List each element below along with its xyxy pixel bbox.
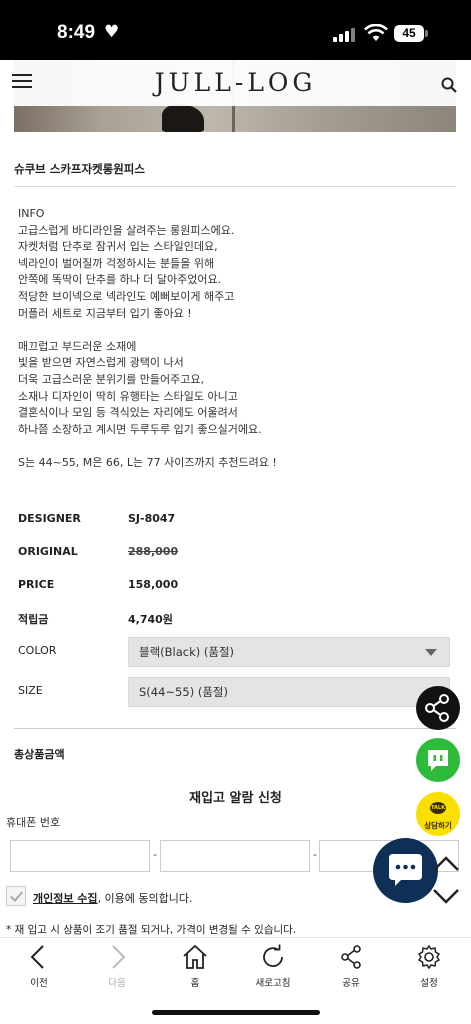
restock-notice: * 재 입고 시 상품이 조기 품절 되거나, 가격이 변경될 수 있습니다.: [6, 924, 297, 936]
chat-icon: [428, 750, 448, 771]
chevron-left-icon: [30, 945, 44, 969]
home-icon: [183, 944, 207, 969]
nav-settings-label: 설정: [420, 978, 438, 989]
size-select[interactable]: S(44~55) (품절): [128, 677, 450, 707]
product-title: 슈쿠브 스카프자켓롱원피스: [14, 162, 145, 176]
spec-value: 4,740원: [128, 613, 173, 626]
battery-icon: 45: [394, 25, 424, 42]
phone-input-2[interactable]: [160, 840, 310, 872]
color-select-value: 블랙(Black) (품절): [139, 645, 235, 659]
divider: [14, 728, 456, 729]
nav-home[interactable]: 홈: [156, 944, 234, 994]
status-bar: 8:49 ♥ 45: [0, 0, 471, 60]
size-label: SIZE: [18, 684, 43, 697]
heart-icon: ♥: [104, 22, 120, 42]
phone-dash: -: [313, 848, 317, 861]
gear-icon: [417, 944, 441, 970]
nav-forward[interactable]: 다음: [78, 944, 156, 994]
refresh-icon: [263, 944, 283, 968]
chevron-right-icon: [112, 945, 126, 969]
nav-share[interactable]: 공유: [312, 944, 390, 994]
home-indicator: [152, 1010, 320, 1015]
agree-checkbox[interactable]: [6, 886, 26, 906]
phone-label: 휴대폰 번호: [6, 816, 61, 829]
color-select[interactable]: 블랙(Black) (품절): [128, 637, 450, 667]
spec-label: PRICE: [18, 578, 55, 591]
share-fab[interactable]: [416, 686, 460, 730]
status-time: 8:49: [57, 22, 96, 43]
kakao-consult-fab[interactable]: TALK 상담하기: [416, 792, 460, 836]
total-price-label: 총상품금액: [14, 748, 65, 761]
color-label: COLOR: [18, 644, 57, 657]
share-icon: [425, 694, 449, 722]
chevron-down-icon[interactable]: [433, 889, 459, 904]
chevron-down-icon: [425, 649, 437, 656]
spec-label: ORIGINAL: [18, 545, 78, 558]
chat-bubble-icon: [389, 854, 422, 886]
nav-settings[interactable]: 설정: [390, 944, 468, 994]
share-icon: [341, 945, 361, 969]
spec-value: SJ-8047: [128, 512, 176, 525]
wifi-icon: [364, 24, 388, 41]
nav-home-label: 홈: [190, 978, 200, 989]
scroll-arrows: [433, 856, 459, 904]
restock-title: 재입고 알람 신청: [189, 791, 282, 806]
product-description: INFO 고급스럽게 바디라인을 살려주는 롱원피스에요. 자켓처럼 단추로 잠…: [18, 207, 277, 469]
kakao-label: 상담하기: [424, 821, 452, 830]
spec-label: DESIGNER: [18, 512, 81, 525]
nav-back[interactable]: 이전: [0, 944, 78, 994]
nav-forward-label: 다음: [108, 978, 126, 989]
size-select-value: S(44~55) (품절): [139, 685, 228, 699]
phone-dash: -: [153, 848, 157, 861]
spec-value: 288,000: [128, 545, 179, 558]
privacy-link[interactable]: 개인정보 수집: [33, 892, 98, 905]
talk-fab[interactable]: [416, 738, 460, 782]
kakao-talk-icon: TALK: [430, 802, 446, 814]
nav-refresh-label: 새로고침: [255, 978, 291, 989]
spec-value: 158,000: [128, 578, 179, 591]
site-logo[interactable]: JULL-LOG: [0, 68, 471, 97]
phone-input-1[interactable]: [10, 840, 150, 872]
signal-icon: [333, 26, 357, 42]
chevron-up-icon[interactable]: [433, 856, 459, 871]
site-header: JULL-LOG: [0, 60, 471, 106]
nav-share-label: 공유: [342, 978, 360, 989]
search-icon[interactable]: [441, 77, 457, 93]
nav-refresh[interactable]: 새로고침: [234, 944, 312, 994]
divider: [14, 186, 456, 187]
spec-label: 적립금: [18, 613, 49, 626]
chat-fab[interactable]: [373, 838, 438, 903]
agree-text: , 이용에 동의합니다.: [97, 892, 193, 905]
nav-back-label: 이전: [30, 978, 48, 989]
